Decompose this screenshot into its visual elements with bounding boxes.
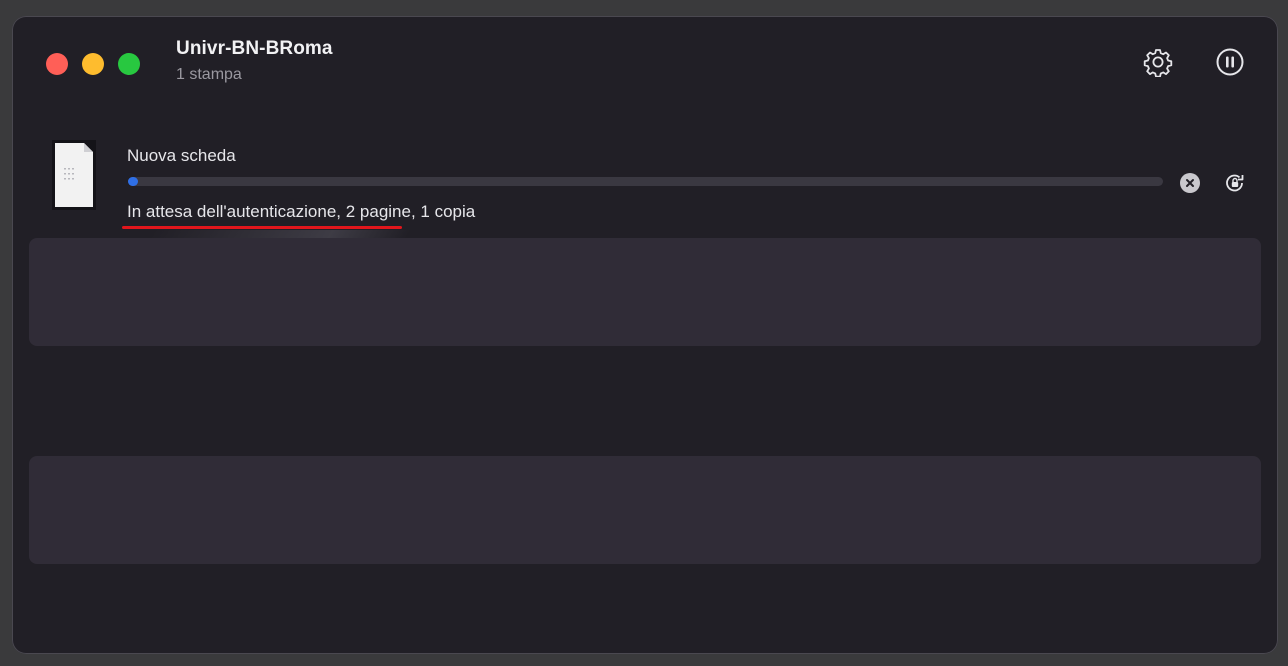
pause-printer-button[interactable]: [1214, 46, 1246, 78]
job-count: 1 stampa: [176, 66, 242, 83]
close-window-button[interactable]: [46, 53, 68, 75]
zoom-window-button[interactable]: [118, 53, 140, 75]
document-icon: [52, 140, 96, 210]
print-job-row[interactable]: Nuova scheda In attesa dell'autenticazio…: [12, 136, 1278, 238]
red-underline-annotation: [122, 226, 402, 229]
job-progress-fill: [128, 177, 138, 186]
cancel-circle-icon: [1186, 179, 1194, 187]
print-queue-window: Univr-BN-BRoma 1 stampa Nuova scheda In …: [12, 16, 1278, 654]
window-controls: [46, 53, 140, 75]
job-progress-bar: [128, 177, 1163, 186]
lock-refresh-icon[interactable]: [1223, 171, 1247, 195]
job-name: Nuova scheda: [127, 146, 236, 165]
minimize-window-button[interactable]: [82, 53, 104, 75]
cancel-job-button[interactable]: [1180, 173, 1200, 193]
pause-circle-icon: [1216, 48, 1244, 76]
printer-settings-button[interactable]: [1142, 46, 1174, 78]
empty-list-row: [29, 456, 1261, 564]
window-title-block: Univr-BN-BRoma 1 stampa: [176, 38, 333, 84]
job-status-text: In attesa dell'autenticazione, 2 pagine,…: [127, 202, 476, 221]
empty-list-row: [29, 238, 1261, 346]
annotation-shadow: [149, 230, 411, 238]
printer-name: Univr-BN-BRoma: [176, 38, 333, 59]
gear-icon: [1143, 49, 1173, 77]
